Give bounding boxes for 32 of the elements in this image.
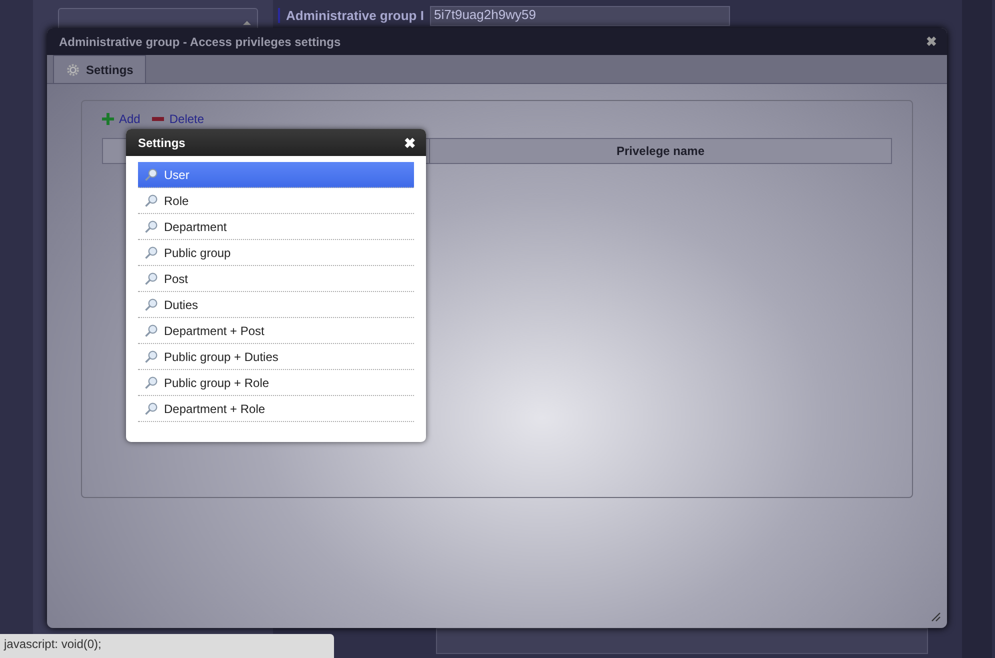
list-item[interactable]: User — [138, 162, 414, 188]
search-icon — [144, 350, 158, 364]
search-icon — [144, 246, 158, 260]
gear-icon — [66, 62, 80, 76]
resize-grip-icon[interactable] — [931, 612, 941, 622]
list-item[interactable]: Department — [138, 214, 414, 240]
list-item[interactable]: Public group + Duties — [138, 344, 414, 370]
search-icon — [144, 298, 158, 312]
status-bar: javascript: void(0); — [0, 634, 334, 658]
field-label: Administrative group I — [278, 8, 424, 23]
search-icon — [144, 324, 158, 338]
dialog-title: Administrative group - Access privileges settings — [59, 34, 341, 48]
plus-icon — [102, 113, 114, 125]
list-item[interactable]: Department + Role — [138, 396, 414, 422]
input-field[interactable]: 5i7t9uag2h9wy59 — [430, 6, 730, 26]
search-icon — [144, 220, 158, 234]
settings-tab[interactable]: Settings — [53, 55, 146, 83]
list-item[interactable]: Public group — [138, 240, 414, 266]
list-item[interactable]: Role — [138, 188, 414, 214]
search-icon — [144, 376, 158, 390]
close-button[interactable]: ✖ — [926, 34, 937, 49]
close-button[interactable]: ✖ — [404, 134, 416, 150]
list-item[interactable]: Public group + Role — [138, 370, 414, 396]
list-item[interactable]: Duties — [138, 292, 414, 318]
search-icon — [144, 402, 158, 416]
column-header: Privelege name — [615, 143, 706, 160]
list-item[interactable]: Department + Post — [138, 318, 414, 344]
search-icon — [144, 194, 158, 208]
search-icon — [144, 168, 158, 182]
list-item[interactable]: Post — [138, 266, 414, 292]
search-icon — [144, 272, 158, 286]
popup-title: Settings — [138, 136, 186, 150]
